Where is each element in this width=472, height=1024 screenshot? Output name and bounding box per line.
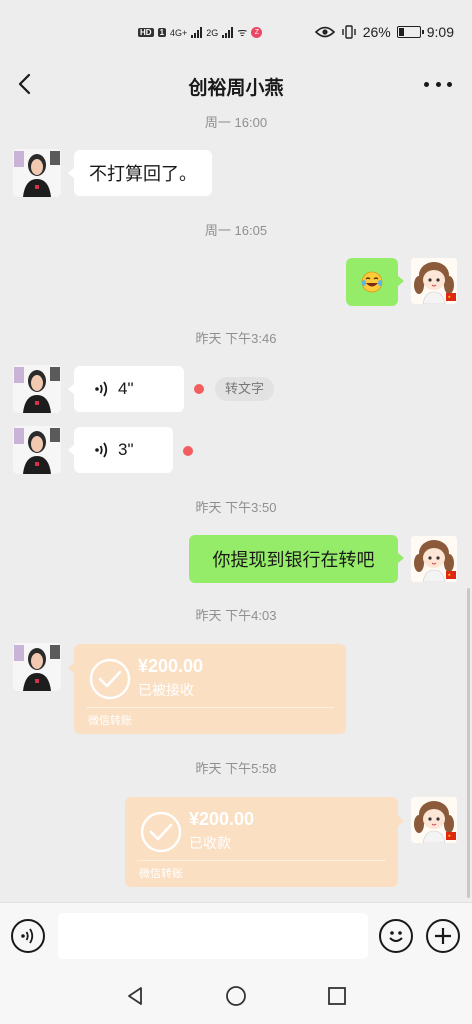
voice-wave-icon bbox=[95, 381, 108, 397]
timestamp: 昨天 下午5:58 bbox=[195, 761, 277, 776]
timestamp: 周一 16:05 bbox=[204, 223, 268, 238]
convert-to-text-button[interactable]: 转文字 bbox=[215, 377, 275, 401]
nav-recents-button[interactable] bbox=[325, 984, 349, 1008]
transfer-status: 已收款 bbox=[189, 835, 231, 851]
system-nav-bar bbox=[0, 968, 472, 1024]
recents-square-icon bbox=[328, 987, 346, 1005]
transfer-status: 已被接收 bbox=[138, 682, 194, 698]
voice-mode-button[interactable] bbox=[11, 919, 45, 953]
voice-message-bubble[interactable]: 4" bbox=[68, 366, 184, 412]
my-avatar[interactable]: ★ bbox=[410, 535, 458, 583]
unread-dot bbox=[183, 446, 193, 456]
input-bar bbox=[0, 902, 472, 968]
cartoon-girl-avatar-icon: ★ bbox=[411, 797, 457, 843]
chat-header: 创裕周小燕 bbox=[0, 62, 472, 108]
add-button[interactable] bbox=[426, 919, 460, 953]
signal-icon bbox=[191, 27, 203, 38]
voice-duration: 4" bbox=[118, 379, 134, 398]
transfer-source: 微信转账 bbox=[139, 868, 183, 880]
battery-fill bbox=[398, 28, 404, 36]
message-input[interactable] bbox=[58, 913, 368, 959]
unread-dot bbox=[194, 384, 204, 394]
transfer-amount: ¥200.00 bbox=[189, 809, 255, 829]
message-text: 你提现到银行在转吧 bbox=[212, 550, 375, 570]
battery-percent: 26% bbox=[362, 24, 391, 40]
svg-text:★: ★ bbox=[448, 833, 452, 838]
chat-title: 创裕周小燕 bbox=[188, 78, 284, 99]
dot-icon bbox=[435, 81, 441, 87]
recording-icon: Z bbox=[251, 27, 263, 38]
back-triangle-icon bbox=[128, 987, 142, 1005]
check-circle-icon bbox=[89, 658, 131, 700]
hd-badge: HD bbox=[138, 28, 154, 37]
clock: 9:09 bbox=[426, 24, 454, 40]
transfer-amount: ¥200.00 bbox=[138, 656, 204, 676]
nav-back-button[interactable] bbox=[124, 984, 148, 1008]
home-circle-icon bbox=[226, 986, 246, 1006]
cartoon-girl-avatar-icon: ★ bbox=[411, 258, 457, 304]
timestamp: 昨天 下午3:50 bbox=[195, 500, 277, 515]
cartoon-girl-avatar-icon: ★ bbox=[411, 536, 457, 582]
sim-badge: 1 bbox=[157, 28, 167, 37]
my-avatar[interactable]: ★ bbox=[410, 796, 458, 844]
contact-avatar[interactable] bbox=[13, 426, 61, 474]
network-label-2: 2G bbox=[206, 27, 219, 38]
contact-photo-icon bbox=[13, 365, 61, 413]
svg-text:★: ★ bbox=[448, 294, 452, 299]
contact-photo-icon bbox=[13, 643, 61, 691]
timestamp: 昨天 下午3:46 bbox=[195, 331, 277, 346]
check-circle-icon bbox=[140, 811, 182, 853]
add-icon bbox=[435, 928, 451, 944]
emoji-icon bbox=[389, 931, 403, 942]
vibrate-icon bbox=[342, 25, 356, 39]
timestamp: 昨天 下午4:03 bbox=[195, 608, 277, 623]
nav-home-button[interactable] bbox=[224, 984, 248, 1008]
voice-duration: 3" bbox=[118, 440, 134, 459]
contact-avatar[interactable] bbox=[13, 149, 61, 197]
laughing-tears-emoji-icon bbox=[361, 271, 383, 293]
transfer-card[interactable]: ¥200.00 已被接收 微信转账 bbox=[68, 644, 346, 734]
contact-photo-icon bbox=[13, 426, 61, 474]
network-label-1: 4G+ bbox=[170, 27, 188, 38]
message-text: 不打算回了。 bbox=[89, 164, 197, 184]
dot-icon bbox=[447, 81, 452, 87]
voice-message-bubble[interactable]: 3" bbox=[68, 427, 173, 473]
eye-icon bbox=[314, 26, 335, 38]
battery-icon bbox=[396, 26, 424, 38]
message-bubble-text[interactable]: 你提现到银行在转吧 bbox=[189, 535, 404, 583]
svg-text:★: ★ bbox=[448, 572, 452, 577]
more-options-button[interactable] bbox=[424, 74, 452, 94]
timestamp: 周一 16:00 bbox=[204, 115, 268, 130]
contact-avatar[interactable] bbox=[13, 365, 61, 413]
emoji-button[interactable] bbox=[379, 919, 413, 953]
scrollbar[interactable] bbox=[467, 588, 470, 898]
voice-mode-icon bbox=[21, 928, 34, 944]
contact-photo-icon bbox=[13, 149, 61, 197]
transfer-source: 微信转账 bbox=[88, 715, 132, 727]
transfer-divider bbox=[137, 860, 386, 861]
message-bubble-text[interactable]: 不打算回了。 bbox=[68, 150, 212, 196]
voice-wave-icon bbox=[95, 442, 108, 458]
transfer-card[interactable]: ¥200.00 已收款 微信转账 bbox=[125, 797, 404, 887]
status-bar: HD 1 4G+ 2G ᯤ Z 26% 9:09 bbox=[0, 0, 472, 62]
status-left: HD 1 4G+ 2G ᯤ Z bbox=[138, 25, 263, 40]
dot-icon bbox=[424, 81, 429, 87]
wifi-icon: ᯤ bbox=[237, 27, 248, 39]
transfer-divider bbox=[86, 707, 334, 708]
signal-icon-2 bbox=[222, 27, 234, 38]
message-bubble-emoji[interactable] bbox=[346, 258, 404, 306]
my-avatar[interactable]: ★ bbox=[410, 257, 458, 305]
status-right: 26% 9:09 bbox=[314, 24, 454, 40]
contact-avatar[interactable] bbox=[13, 643, 61, 691]
